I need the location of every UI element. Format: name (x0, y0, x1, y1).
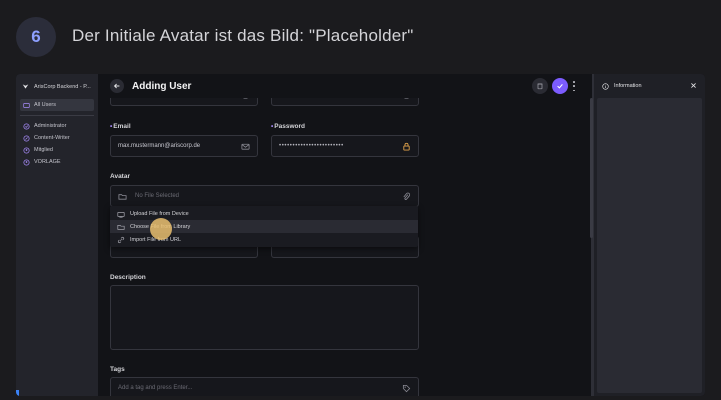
main-content: Adding User •Email max.mustermann@arisco… (98, 74, 592, 396)
password-field[interactable]: •••••••••••••••••••••••• (271, 135, 419, 157)
scrollbar[interactable] (590, 98, 593, 238)
password-value: •••••••••••••••••••••••• (279, 143, 344, 149)
sidebar-item-label: VORLAGE (34, 159, 61, 165)
info-panel-title: Information (614, 83, 642, 89)
role-icon (23, 122, 30, 130)
sidebar-item-label: Mitglied (34, 147, 53, 153)
sidebar-divider (20, 115, 94, 116)
tag-icon (402, 384, 411, 393)
email-field[interactable]: max.mustermann@ariscorp.de (110, 135, 258, 157)
sidebar-item-label: Administrator (34, 123, 67, 129)
email-value: max.mustermann@ariscorp.de (118, 143, 201, 149)
role-icon (23, 134, 30, 142)
step-number-badge: 6 (16, 17, 56, 57)
sidebar-item-administrator[interactable]: Administrator (20, 120, 94, 132)
sidebar-accent (16, 390, 19, 396)
check-icon (557, 84, 563, 89)
role-icon (23, 158, 30, 166)
step-title: Der Initiale Avatar ist das Bild: "Place… (72, 26, 414, 45)
header-actions (532, 78, 576, 94)
paperclip-icon (403, 192, 411, 200)
archive-button[interactable] (532, 78, 548, 94)
header: Adding User (98, 74, 592, 98)
arrow-left-icon (113, 83, 120, 89)
avatar-placeholder: No File Selected (135, 193, 180, 199)
tags-field[interactable]: Add a tag and press Enter... (110, 377, 419, 396)
step-number: 6 (31, 27, 41, 46)
sidebar-item-mitglied[interactable]: Mitglied (20, 144, 94, 156)
upload-icon (117, 211, 125, 218)
click-indicator (150, 218, 172, 240)
tags-placeholder: Add a tag and press Enter... (118, 385, 193, 391)
trash-icon (537, 83, 543, 90)
sidebar-item-content-writer[interactable]: Content-Writer (20, 132, 94, 144)
avatar-label: Avatar (110, 173, 130, 180)
page-title: Adding User (132, 80, 192, 92)
folder-icon (117, 224, 125, 230)
description-label: Description (110, 274, 146, 281)
password-label: •Password (271, 123, 305, 130)
sidebar-item-vorlage[interactable]: VORLAGE (20, 156, 94, 168)
menu-item-label: Upload File from Device (130, 210, 189, 217)
app-title: ArisCorp Backend - P... (34, 83, 91, 90)
info-icon (602, 82, 609, 90)
mail-icon (241, 143, 250, 150)
logo-icon (22, 84, 29, 89)
back-button[interactable] (110, 79, 124, 93)
sidebar-item-label: Content-Writer (34, 135, 70, 141)
role-icon (23, 146, 30, 154)
info-panel-header: Information (594, 74, 705, 98)
link-icon (117, 236, 125, 243)
more-options-icon[interactable] (572, 81, 576, 91)
close-icon[interactable] (690, 82, 697, 89)
users-icon (23, 102, 30, 108)
app-window: ArisCorp Backend - P... All Users Admini… (16, 74, 705, 396)
sidebar-item-label: All Users (34, 102, 57, 108)
sidebar: ArisCorp Backend - P... All Users Admini… (16, 74, 98, 396)
info-panel: Information (594, 74, 705, 396)
avatar-field[interactable]: No File Selected (110, 185, 419, 207)
save-button[interactable] (552, 78, 568, 94)
description-field[interactable] (110, 285, 419, 350)
lock-icon (403, 142, 410, 151)
sidebar-item-all-users[interactable]: All Users (20, 99, 94, 111)
sidebar-brand[interactable]: ArisCorp Backend - P... (16, 74, 98, 99)
folder-icon (118, 193, 127, 200)
info-panel-body (597, 98, 702, 393)
email-label: •Email (110, 123, 131, 130)
tags-label: Tags (110, 366, 125, 373)
